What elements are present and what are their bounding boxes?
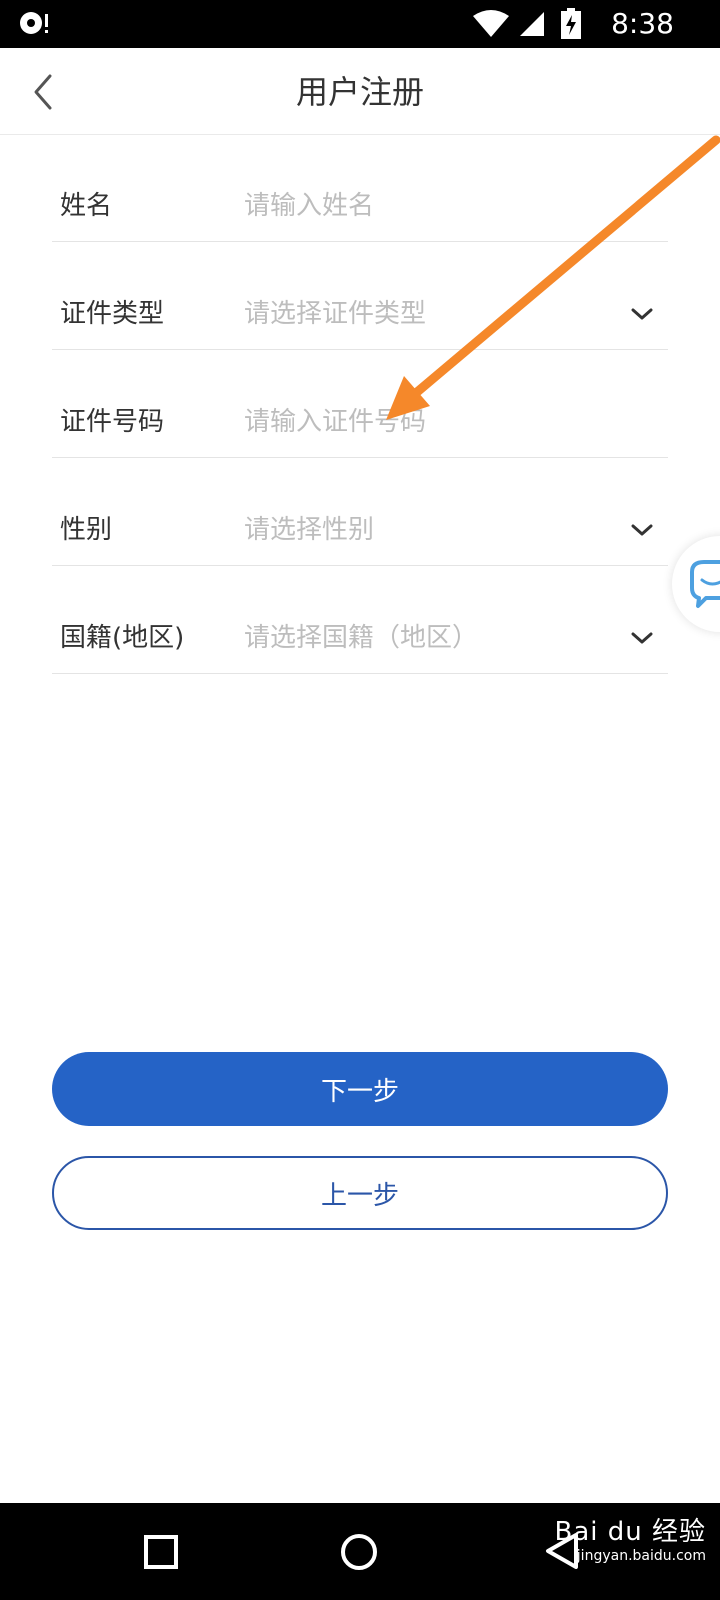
- gender-select[interactable]: 请选择性别: [244, 512, 374, 548]
- watermark-site: jingyan.baidu.com: [576, 1548, 706, 1564]
- app-header: 用户注册: [0, 48, 720, 135]
- recent-apps-icon[interactable]: [144, 1535, 178, 1569]
- chevron-down-icon[interactable]: [630, 304, 654, 324]
- nationality-label: 国籍(地区): [60, 623, 185, 653]
- name-label: 姓名: [60, 191, 113, 221]
- status-time: 8:38: [611, 7, 674, 40]
- chat-bubble-icon: [690, 560, 720, 608]
- name-input[interactable]: 请输入姓名: [244, 188, 374, 224]
- id-type-field[interactable]: 证件类型 请选择证件类型: [52, 242, 668, 350]
- page-title: 用户注册: [295, 73, 424, 111]
- gender-field[interactable]: 性别 请选择性别: [52, 458, 668, 566]
- name-field[interactable]: 姓名 请输入姓名: [52, 134, 668, 242]
- nationality-field[interactable]: 国籍(地区) 请选择国籍（地区）: [52, 566, 668, 674]
- id-type-select[interactable]: 请选择证件类型: [244, 296, 426, 332]
- battery-charging-icon: [561, 8, 581, 39]
- id-number-input[interactable]: 请输入证件号码: [244, 404, 426, 440]
- wifi-icon: [473, 10, 509, 37]
- id-number-label: 证件号码: [60, 407, 165, 437]
- home-icon[interactable]: [340, 1533, 378, 1571]
- signal-icon: [520, 12, 544, 36]
- gender-label: 性别: [60, 515, 113, 545]
- chevron-down-icon[interactable]: [630, 520, 654, 540]
- status-bar: 8:38: [0, 0, 720, 48]
- chevron-down-icon[interactable]: [630, 628, 654, 648]
- id-type-label: 证件类型: [60, 299, 165, 329]
- floating-chat-button[interactable]: [672, 536, 720, 632]
- registration-form: 姓名 请输入姓名 证件类型 请选择证件类型 证件号码 请输入证件号码 性别 请选…: [52, 134, 668, 674]
- next-step-button[interactable]: 下一步: [52, 1052, 668, 1126]
- id-number-field[interactable]: 证件号码 请输入证件号码: [52, 350, 668, 458]
- nationality-select[interactable]: 请选择国籍（地区）: [244, 620, 478, 656]
- watermark: Bai du 经验 jingyan.baidu.com: [554, 1517, 706, 1568]
- notification-icon: [20, 12, 48, 34]
- previous-step-button[interactable]: 上一步: [52, 1156, 668, 1230]
- watermark-brand: Bai du 经验: [554, 1517, 706, 1547]
